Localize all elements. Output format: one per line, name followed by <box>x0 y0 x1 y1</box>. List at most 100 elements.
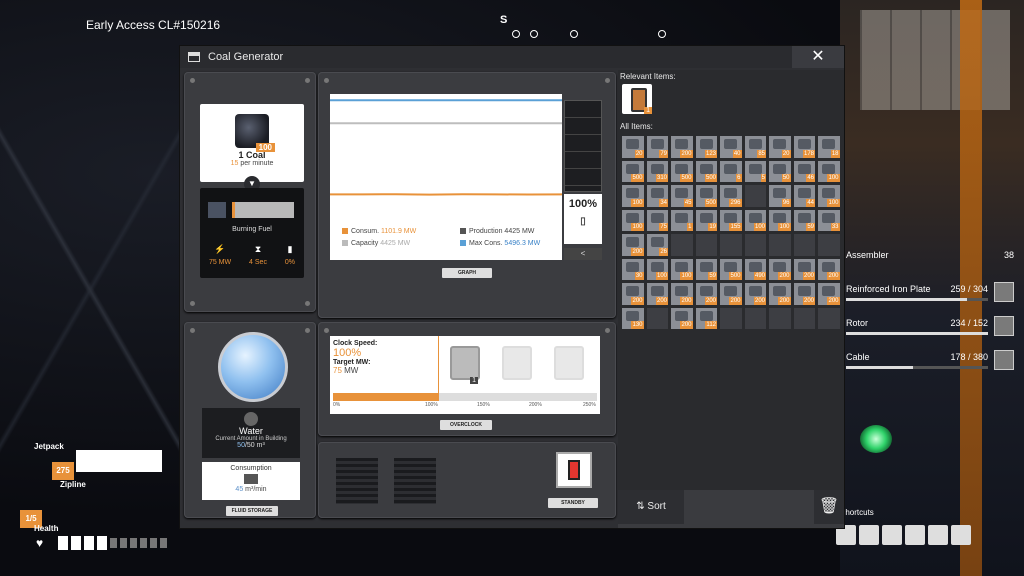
inventory-slot[interactable]: 155 <box>720 209 742 231</box>
inventory-slot[interactable] <box>720 307 742 329</box>
inventory-slot[interactable]: 200 <box>720 283 742 305</box>
inventory-slot[interactable]: 200 <box>671 307 693 329</box>
fuel-slot[interactable]: 100 1 Coal 15 per minute <box>200 104 304 182</box>
inventory-slot[interactable]: 40 <box>720 136 742 158</box>
inventory-slot[interactable]: 44 <box>793 185 815 207</box>
inventory-slot[interactable] <box>744 234 766 256</box>
inventory-slot[interactable] <box>818 234 840 256</box>
inventory-slot[interactable]: 500 <box>720 258 742 280</box>
power-shard-slot[interactable] <box>494 342 540 394</box>
inventory-slot[interactable]: 123 <box>695 136 717 158</box>
inventory-slot[interactable]: 500 <box>695 185 717 207</box>
inventory-slot[interactable] <box>769 307 791 329</box>
inventory-slot[interactable]: 33 <box>818 209 840 231</box>
inventory-slot[interactable]: 200 <box>793 258 815 280</box>
inventory-slot[interactable] <box>793 307 815 329</box>
inventory-slot[interactable]: 19 <box>695 209 717 231</box>
inventory-slot[interactable]: 26 <box>646 234 668 256</box>
inventory-slot[interactable]: 310 <box>646 160 668 182</box>
inventory-slot[interactable]: 18 <box>818 136 840 158</box>
inventory-slot[interactable]: 130 <box>622 307 644 329</box>
inventory-slot[interactable]: 200 <box>671 283 693 305</box>
inventory-slot[interactable]: 20 <box>622 136 644 158</box>
inventory-slot[interactable]: 100 <box>622 209 644 231</box>
inventory-slot[interactable]: 30 <box>622 258 644 280</box>
inventory-slot[interactable]: 112 <box>695 307 717 329</box>
power-stat: ⚡ 75 MW <box>208 244 232 266</box>
relevant-item-slot[interactable]: 1 <box>622 84 652 114</box>
inventory-slot[interactable]: 59 <box>695 258 717 280</box>
inventory-slot[interactable]: 200 <box>646 283 668 305</box>
inventory-slot[interactable]: 100 <box>622 185 644 207</box>
inventory-slot[interactable]: 100 <box>818 160 840 182</box>
inventory-slot[interactable]: 100 <box>671 258 693 280</box>
inventory-slot[interactable]: 34 <box>646 185 668 207</box>
jetpack-fuel-bar <box>76 450 162 472</box>
close-button[interactable]: ✕ <box>792 46 844 68</box>
trash-icon[interactable]: 🗑 <box>814 490 844 524</box>
shortcut-slot[interactable] <box>836 525 856 545</box>
inventory-footer: ⇅ Sort 🗑 <box>618 490 844 528</box>
inventory-slot[interactable]: 46 <box>793 160 815 182</box>
inventory-slot[interactable] <box>720 234 742 256</box>
inventory-slot[interactable]: 178 <box>793 136 815 158</box>
inventory-slot[interactable]: 500 <box>671 160 693 182</box>
standby-switch[interactable] <box>556 452 592 488</box>
legend-consum: Consum. 1101.9 MW <box>342 228 416 235</box>
inventory-slot[interactable]: 59 <box>793 209 815 231</box>
inventory-slot[interactable]: 20 <box>769 136 791 158</box>
graph-back-button[interactable]: < <box>564 248 602 260</box>
inventory-slot[interactable]: 100 <box>744 209 766 231</box>
power-shard-slot[interactable] <box>546 342 592 394</box>
inventory-slot[interactable]: 100 <box>818 185 840 207</box>
inventory-slot[interactable]: 79 <box>646 136 668 158</box>
inventory-slot[interactable]: 1 <box>671 209 693 231</box>
inventory-slot[interactable]: 200 <box>818 258 840 280</box>
inventory-slot[interactable]: 200 <box>793 283 815 305</box>
inventory-slot[interactable] <box>744 185 766 207</box>
relevant-items-label: Relevant Items: <box>620 72 676 81</box>
sort-button[interactable]: ⇅ Sort <box>618 490 684 524</box>
shortcut-slot[interactable] <box>882 525 902 545</box>
shortcut-slot[interactable] <box>951 525 971 545</box>
shortcut-slot[interactable] <box>905 525 925 545</box>
inventory-slot[interactable] <box>793 234 815 256</box>
inventory-slot[interactable]: 296 <box>720 185 742 207</box>
objectives-list: Assembler 38 Reinforced Iron Plate 259 /… <box>842 246 1018 382</box>
inventory-slot[interactable]: 50 <box>769 160 791 182</box>
inventory-slot[interactable]: 200 <box>744 283 766 305</box>
clock-speed-value[interactable]: 100% <box>333 347 437 359</box>
time-stat: ⧗ 4 Sec <box>249 244 267 266</box>
inventory-slot[interactable] <box>671 234 693 256</box>
inventory-slot[interactable]: 100 <box>646 258 668 280</box>
inventory-slot[interactable]: 6 <box>720 160 742 182</box>
inventory-slot[interactable]: 500 <box>695 160 717 182</box>
bars-icon: ▮ <box>287 244 293 254</box>
inventory-slot[interactable]: 5 <box>744 160 766 182</box>
inventory-slot[interactable]: 490 <box>744 258 766 280</box>
inventory-slot[interactable]: 200 <box>769 283 791 305</box>
inventory-slot[interactable]: 200 <box>622 234 644 256</box>
shortcut-slot[interactable] <box>928 525 948 545</box>
inventory-slot[interactable]: 200 <box>622 283 644 305</box>
clock-speed-slider[interactable] <box>333 393 597 401</box>
clock-ticks: 0% 100% 150% 200% 250% <box>333 402 596 408</box>
inventory-slot[interactable]: 200 <box>769 258 791 280</box>
inventory-slot[interactable] <box>769 234 791 256</box>
inventory-slot[interactable]: 75 <box>646 209 668 231</box>
inventory-slot[interactable]: 500 <box>622 160 644 182</box>
cable-icon <box>994 350 1014 370</box>
inventory-slot[interactable] <box>818 307 840 329</box>
power-shard-slot[interactable]: 1 <box>442 342 488 394</box>
inventory-slot[interactable]: 85 <box>744 136 766 158</box>
inventory-slot[interactable]: 100 <box>769 209 791 231</box>
shortcut-slot[interactable] <box>859 525 879 545</box>
inventory-slot[interactable] <box>646 307 668 329</box>
inventory-slot[interactable]: 200 <box>671 136 693 158</box>
inventory-slot[interactable] <box>744 307 766 329</box>
inventory-slot[interactable]: 200 <box>818 283 840 305</box>
inventory-slot[interactable]: 45 <box>671 185 693 207</box>
inventory-slot[interactable]: 96 <box>769 185 791 207</box>
inventory-slot[interactable]: 200 <box>695 283 717 305</box>
inventory-slot[interactable] <box>695 234 717 256</box>
